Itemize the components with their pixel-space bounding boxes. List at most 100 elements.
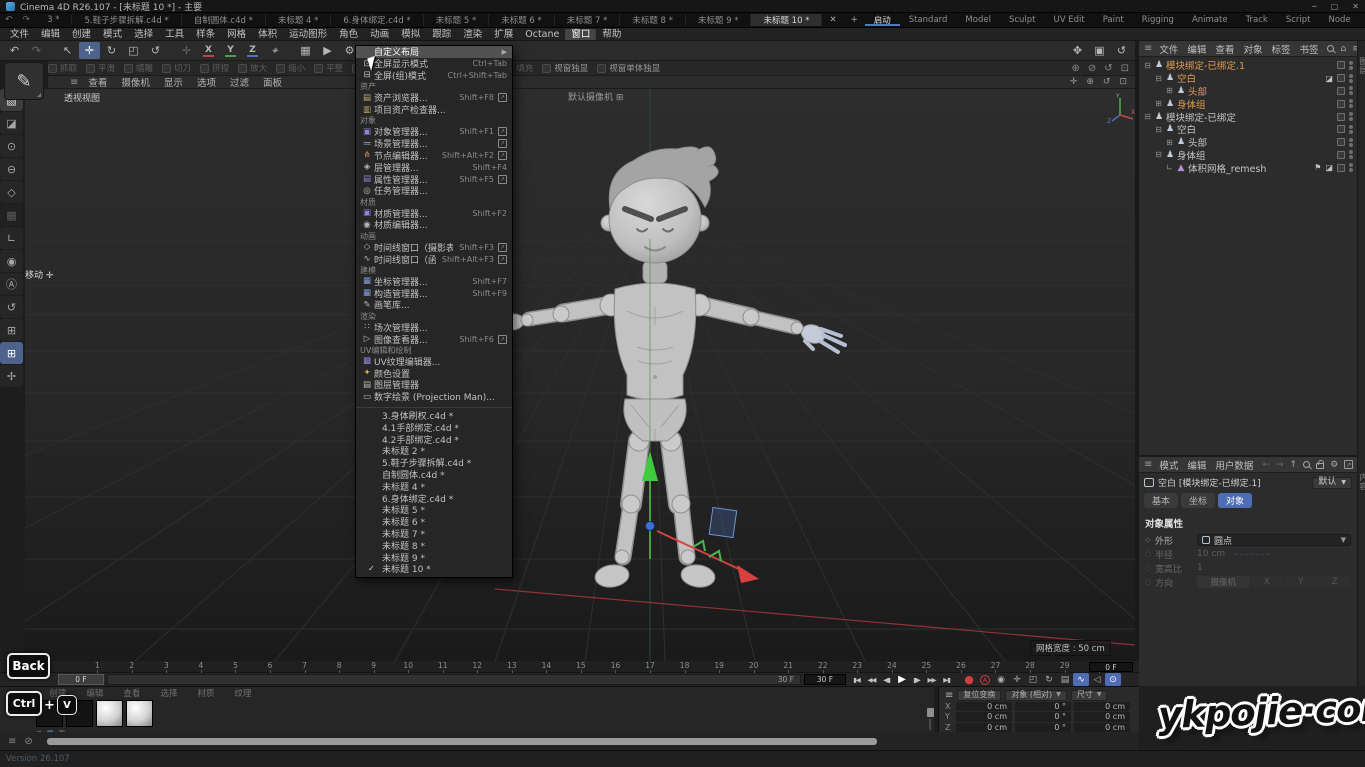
snap-icon[interactable]: ⊞ <box>0 319 23 341</box>
maximize-button[interactable]: ▢ <box>1331 2 1339 11</box>
menu-item[interactable]: ✓ ↗ ▶ <box>356 403 512 408</box>
hamburger-icon[interactable]: ≡ <box>945 690 953 701</box>
play-button[interactable]: ▶ <box>894 673 909 686</box>
panel-menu-item[interactable]: 编辑 <box>1187 458 1206 472</box>
menu-item[interactable]: ✓ ▭ 数字绘景 (Projection Man)... ↗ ▶ <box>356 391 512 403</box>
position-field[interactable]: 0 cm <box>956 712 1012 722</box>
menu-item[interactable]: ✓ ⊡ 全屏显示模式 Ctrl+Tab ↗ ▶ <box>356 58 512 70</box>
enable-toggle[interactable] <box>1337 74 1345 82</box>
next-frame-button[interactable]: ▮▶ <box>909 673 924 686</box>
toolbar-button[interactable] <box>48 42 56 59</box>
panel-menu-item[interactable]: 选择 <box>160 687 177 699</box>
tag-icon[interactable]: ◪ <box>1325 163 1333 172</box>
back-arrow-icon[interactable]: ← <box>1262 460 1270 470</box>
menu-item[interactable]: ✓ 未标题 10 * ↗ ▶ <box>356 563 512 575</box>
panel-menu-item[interactable]: 对象 <box>1243 42 1262 56</box>
menu-item[interactable]: ✓ 未标题 6 * ↗ ▶ <box>356 516 512 528</box>
menu-item[interactable]: ✓ ≔ 场景管理器... ↗ ▶ <box>356 138 512 150</box>
polygons-mode-icon[interactable]: ◇ <box>0 181 23 203</box>
redo-icon[interactable]: ↷ <box>26 42 47 59</box>
timeline-tick[interactable]: 24 <box>875 661 910 672</box>
expander-icon[interactable]: ⊟ <box>1153 150 1164 159</box>
menu-item-customize-layout[interactable]: ✓ 自定义布局 ↗ ▶ <box>356 46 512 58</box>
previous-key-button[interactable]: ◀◀ <box>864 673 879 686</box>
gizmo-center[interactable] <box>646 522 655 531</box>
open-in-window-icon[interactable]: ↗ <box>498 151 507 160</box>
visibility-dots[interactable] <box>1349 150 1353 159</box>
menubar-item[interactable]: 窗口 <box>565 29 596 40</box>
timeline-ruler[interactable]: 1234567891011121314151617181920212223242… <box>0 661 1139 673</box>
timeline-tick[interactable]: 6 <box>253 661 288 672</box>
panel-menu-item[interactable]: 标签 <box>1271 42 1290 56</box>
object-tree-row[interactable]: ⊟ ♟ 空白 ⚑ ◪ <box>1139 123 1357 136</box>
layout-tab[interactable]: Track <box>1237 15 1277 25</box>
pen-tool-button[interactable]: ✎ <box>4 62 44 100</box>
viewport-menu-item[interactable]: 面板 <box>263 75 282 89</box>
preset-dropdown[interactable]: 默认▼ <box>1312 477 1352 489</box>
panel-menu-item[interactable]: 查看 <box>1215 42 1234 56</box>
tool-strip-item[interactable]: 挤捏 <box>200 62 229 74</box>
timeline-tick[interactable]: 11 <box>425 661 460 672</box>
undock-icon[interactable]: ↗ <box>1344 460 1353 469</box>
menu-item[interactable]: ✓ 自制圆体.c4d * ↗ ▶ <box>356 469 512 481</box>
home-icon[interactable]: ⌂ <box>1340 44 1346 54</box>
current-frame-field[interactable]: 0 F <box>1089 662 1133 672</box>
layout-tab[interactable]: Standard <box>900 15 957 25</box>
timeline-tick[interactable]: 12 <box>460 661 495 672</box>
menubar-item[interactable]: 扩展 <box>488 29 519 40</box>
tool-strip-item[interactable]: 视窗单体独显 <box>597 62 660 74</box>
panel-menu-item[interactable]: 用户数据 <box>1215 458 1253 472</box>
layout-tab[interactable]: Sculpt <box>1000 15 1045 25</box>
mini-slider[interactable] <box>924 708 936 730</box>
search-icon[interactable] <box>1303 461 1310 468</box>
autokey-button[interactable]: A <box>977 673 993 686</box>
record-parameter-icon[interactable]: ▤ <box>1057 673 1073 686</box>
tag-icon[interactable]: ◪ <box>1325 74 1333 83</box>
open-in-window-icon[interactable]: ↗ <box>498 139 507 148</box>
tool-strip-item[interactable]: 视窗独显 <box>542 62 588 74</box>
coordinate-mode-dropdown[interactable]: 对象 (相对)▼ <box>1005 690 1066 701</box>
menu-item[interactable]: ✓ ⊟ 全屏(组)模式 Ctrl+Shift+Tab ↗ ▶ <box>356 70 512 82</box>
gear-icon[interactable]: ⚙ <box>1330 460 1338 470</box>
close-tab-button[interactable]: ✕ <box>822 13 843 27</box>
lock-z-axis[interactable]: Z <box>242 42 263 59</box>
menu-item[interactable]: ✓ ⋔ 节点编辑器... Shift+Alt+F2 ↗ ▶ <box>356 150 512 162</box>
document-tab[interactable]: 未标题 7 * <box>555 14 621 26</box>
layout-tab[interactable]: 启动 <box>865 14 900 26</box>
enable-toggle[interactable] <box>1337 87 1345 95</box>
menu-item[interactable]: ✓ 未标题 4 * ↗ ▶ <box>356 480 512 492</box>
menu-item[interactable]: ✓ ▦ 构造管理器... Shift+F9 ↗ ▶ <box>356 287 512 299</box>
timeline-tick[interactable]: 10 <box>391 661 426 672</box>
visibility-dots[interactable] <box>1349 112 1353 121</box>
search-icon[interactable] <box>1327 45 1334 52</box>
auto-switch-icon[interactable]: Ⓐ <box>0 273 23 295</box>
document-tab[interactable]: 3 * <box>35 15 72 25</box>
previous-frame-button[interactable]: ◀▮ <box>879 673 894 686</box>
redo-icon[interactable]: ↷ <box>18 13 36 27</box>
expander-icon[interactable]: ⊟ <box>1153 125 1164 134</box>
menu-item[interactable]: ✓ 未标题 2 * ↗ ▶ <box>356 445 512 457</box>
record-pla-icon[interactable]: ∿ <box>1073 673 1089 686</box>
open-in-window-icon[interactable]: ↗ <box>498 127 507 136</box>
size-field[interactable]: 0 cm <box>1074 723 1130 733</box>
timeline-tick[interactable]: 25 <box>909 661 944 672</box>
object-tree-row[interactable]: ⊟ ♟ 模块绑定-已绑定.1 ⚑ ◪ <box>1139 59 1357 72</box>
timeline-tick[interactable]: 1 <box>80 661 115 672</box>
enable-toggle[interactable] <box>1337 100 1345 108</box>
document-tab[interactable]: 未标题 5 * <box>424 14 490 26</box>
viewport-rotate-icon[interactable]: ↺ <box>1104 63 1112 74</box>
timeline-tick[interactable]: 23 <box>840 661 875 672</box>
expander-icon[interactable]: ⊟ <box>1153 74 1164 83</box>
size-field[interactable]: 0 cm <box>1074 702 1130 712</box>
menubar-item[interactable]: 创建 <box>66 29 97 40</box>
orientation-option[interactable]: Z <box>1318 576 1351 588</box>
tool-strip-item[interactable]: 切刀 <box>162 62 191 74</box>
menubar-item[interactable]: 模式 <box>97 29 128 40</box>
tool-strip-item[interactable]: 抓取 <box>48 62 77 74</box>
timeline-tick[interactable]: 4 <box>184 661 219 672</box>
menubar-item[interactable]: 工具 <box>159 29 190 40</box>
timeline-tick[interactable]: 16 <box>598 661 633 672</box>
viewport-zoom-icon[interactable]: ⊕ <box>1086 77 1094 87</box>
menubar-item[interactable]: 角色 <box>333 29 364 40</box>
attribute-tab[interactable]: 坐标 <box>1181 493 1215 508</box>
